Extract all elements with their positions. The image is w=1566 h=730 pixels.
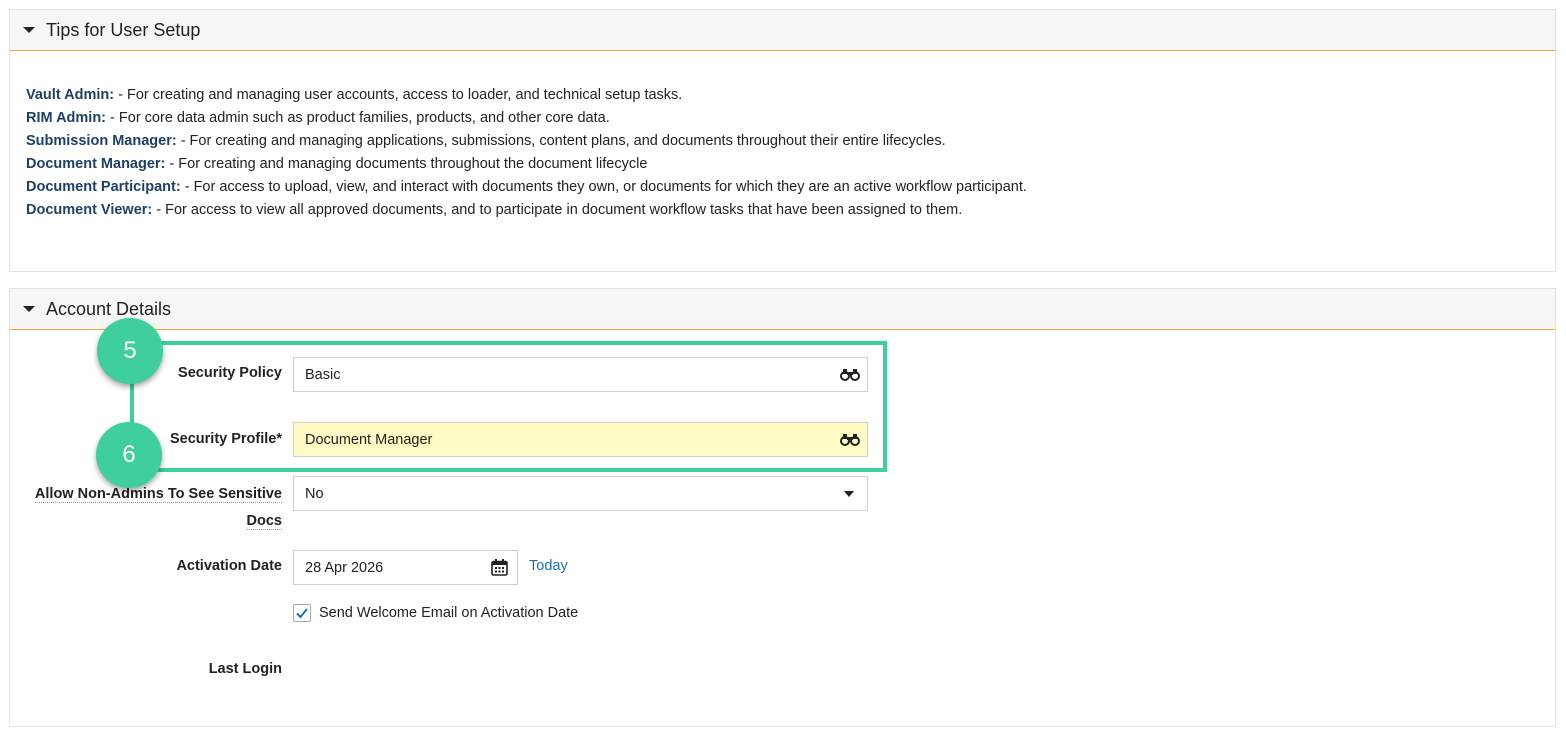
tip-line: Vault Admin: - For creating and managing… — [26, 84, 1555, 107]
binoculars-lookup-icon[interactable] — [840, 433, 860, 450]
callout-badge-6: 6 — [96, 422, 162, 488]
tip-line: Submission Manager: - For creating and m… — [26, 130, 1555, 153]
tip-role: Document Viewer: — [26, 202, 153, 218]
sensitive-docs-value: No — [305, 485, 324, 502]
activation-date-label: Activation Date — [176, 558, 282, 574]
welcome-email-checkbox[interactable] — [293, 604, 311, 622]
tip-role: RIM Admin: — [26, 110, 107, 126]
tips-list: Vault Admin: - For creating and managing… — [10, 51, 1555, 222]
account-details-header[interactable]: Account Details — [10, 289, 1555, 330]
tip-text: - For core data admin such as product fa… — [106, 110, 610, 126]
account-details-title: Account Details — [46, 298, 172, 319]
tip-text: - For creating and managing applications… — [176, 133, 946, 149]
tip-text: - For access to upload, view, and intera… — [180, 179, 1027, 195]
welcome-email-label[interactable]: Send Welcome Email on Activation Date — [319, 605, 578, 621]
chevron-down-icon[interactable] — [844, 491, 854, 497]
tip-line: Document Manager: - For creating and man… — [26, 153, 1555, 176]
account-details-panel: Account Details Security Policy Basic Se… — [9, 288, 1556, 727]
sensitive-docs-select[interactable]: No — [293, 476, 868, 511]
collapse-caret-icon[interactable] — [23, 27, 35, 33]
tip-role: Vault Admin: — [26, 87, 115, 103]
security-profile-label: Security Profile* — [169, 431, 282, 447]
calendar-icon[interactable] — [491, 559, 508, 580]
security-policy-field[interactable]: Basic — [293, 357, 868, 392]
collapse-caret-icon[interactable] — [23, 306, 35, 312]
checkmark-icon — [296, 608, 308, 619]
tips-panel-header[interactable]: Tips for User Setup — [10, 10, 1555, 51]
tip-text: - For creating and managing user account… — [114, 87, 683, 103]
last-login-label: Last Login — [208, 661, 282, 677]
tip-line: RIM Admin: - For core data admin such as… — [26, 107, 1555, 130]
today-link[interactable]: Today — [529, 558, 568, 574]
activation-date-input[interactable]: 28 Apr 2026 — [293, 550, 518, 585]
tip-role: Submission Manager: — [26, 133, 177, 149]
tips-panel-title: Tips for User Setup — [46, 19, 201, 40]
tip-role: Document Manager: — [26, 156, 166, 172]
sensitive-docs-label: Allow Non-Admins To See Sensitive Docs — [34, 481, 282, 535]
tips-panel: Tips for User Setup Vault Admin: - For c… — [9, 9, 1556, 272]
security-policy-label: Security Policy — [178, 365, 282, 381]
security-profile-value: Document Manager — [305, 431, 433, 448]
tip-role: Document Participant: — [26, 179, 181, 195]
callout-badge-5: 5 — [97, 318, 163, 384]
tip-line: Document Viewer: - For access to view al… — [26, 199, 1555, 222]
security-policy-value: Basic — [305, 366, 341, 383]
tip-line: Document Participant: - For access to up… — [26, 176, 1555, 199]
activation-date-value: 28 Apr 2026 — [305, 559, 384, 576]
tip-text: - For creating and managing documents th… — [165, 156, 648, 172]
binoculars-lookup-icon[interactable] — [840, 368, 860, 385]
sensitive-docs-label-line1: Allow Non-Admins To See Sensitive — [34, 486, 282, 503]
sensitive-docs-label-line2: Docs — [246, 513, 282, 530]
tip-text: - For access to view all approved docume… — [152, 202, 963, 218]
security-profile-field[interactable]: Document Manager — [293, 422, 868, 457]
